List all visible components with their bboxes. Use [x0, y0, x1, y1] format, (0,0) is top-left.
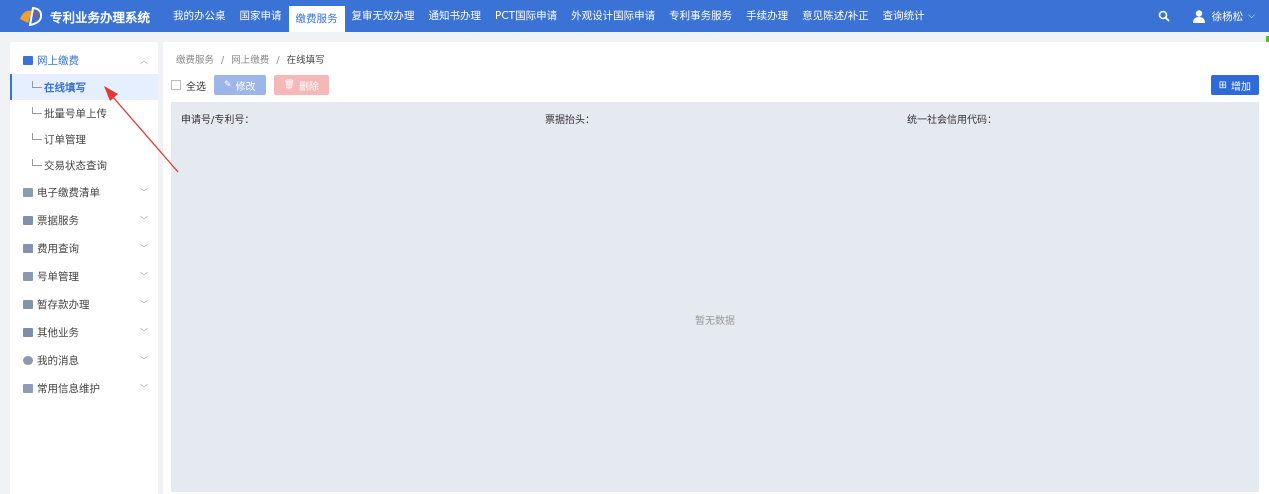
- nav-item[interactable]: 复审无效办理: [345, 0, 422, 32]
- sidebar-subitem[interactable]: 交易状态查询: [10, 152, 158, 178]
- deposit-icon: [23, 299, 33, 309]
- chevron-down-icon: ﹀: [140, 355, 148, 365]
- sidebar-subitem[interactable]: 在线填写: [10, 74, 158, 100]
- edit-icon: ✎: [224, 80, 232, 90]
- sidebar: 网上缴费 ︿ 在线填写批量号单上传 订单管理交易状态查询 电子缴费清单 ﹀ 票据服务 ﹀…: [10, 42, 158, 494]
- sidebar-group[interactable]: 号单管理 ﹀: [10, 262, 158, 290]
- chevron-down-icon: ﹀: [140, 271, 148, 281]
- nav-item[interactable]: 查询统计: [876, 0, 932, 32]
- main-content: 缴费服务 / 网上缴费 / 在线填写 全选 ✎ 修改 🗑 删除 ⊞ 增加 申请号…: [163, 42, 1269, 494]
- tree-branch-icon: [32, 106, 42, 114]
- search-doc-icon: [23, 243, 33, 253]
- chevron-up-icon: ︿: [140, 55, 148, 65]
- user-name[interactable]: 徐杨松: [1212, 9, 1244, 24]
- sidebar-group-label: 票据服务: [37, 214, 79, 227]
- sidebar-group-label: 我的消息: [37, 354, 79, 367]
- sidebar-group-label: 暂存款办理: [37, 298, 90, 311]
- other-icon: [23, 327, 33, 337]
- tree-branch-icon: [32, 132, 42, 140]
- empty-state: 暂无数据: [695, 316, 735, 327]
- sidebar-subitem-label: 交易状态查询: [44, 159, 107, 172]
- chevron-down-icon: ﹀: [140, 327, 148, 337]
- add-button[interactable]: ⊞ 增加: [1210, 75, 1259, 95]
- breadcrumb-item[interactable]: 网上缴费: [231, 55, 269, 66]
- main-nav: 我的办公桌 国家申请 缴费服务 复审无效办理 通知书办理 PCT国际申请 外观设计国际申请专…: [166, 0, 932, 32]
- sidebar-subitem-label: 订单管理: [44, 133, 86, 146]
- user-avatar-icon[interactable]: [1192, 9, 1206, 23]
- breadcrumb-separator: /: [276, 55, 280, 66]
- field-invoice-title: 票据抬头：: [545, 115, 595, 126]
- sidebar-subitem-label: 批量号单上传: [44, 107, 107, 120]
- sidebar-group-label: 电子缴费清单: [37, 186, 100, 199]
- chevron-down-icon: ﹀: [140, 215, 148, 225]
- number-list-icon: [23, 271, 33, 281]
- sidebar-group[interactable]: 票据服务 ﹀: [10, 206, 158, 234]
- receipt-icon: [23, 215, 33, 225]
- field-application-number: 申请号/专利号：: [181, 115, 255, 126]
- nav-item[interactable]: 手续办理: [739, 0, 795, 32]
- edit-label: 修改: [235, 81, 256, 93]
- sidebar-group[interactable]: 我的消息 ﹀: [10, 346, 158, 374]
- nav-item[interactable]: 国家申请: [233, 0, 289, 32]
- chevron-down-icon: ﹀: [140, 383, 148, 393]
- chevron-down-icon: ﹀: [140, 243, 148, 253]
- add-label: 增加: [1231, 81, 1251, 93]
- trash-icon: 🗑: [283, 80, 295, 90]
- select-all-label[interactable]: 全选: [186, 78, 206, 93]
- nav-item[interactable]: 外观设计国际申请: [564, 0, 662, 32]
- tree-branch-icon: [32, 80, 42, 88]
- chevron-down-icon: ﹀: [140, 187, 148, 197]
- message-icon: [23, 355, 33, 365]
- delete-label: 删除: [298, 81, 319, 93]
- breadcrumb-current: 在线填写: [286, 55, 325, 66]
- search-icon[interactable]: [1158, 10, 1170, 22]
- sidebar-group[interactable]: 暂存款办理 ﹀: [10, 290, 158, 318]
- breadcrumb-separator: /: [221, 55, 225, 66]
- nav-item[interactable]: 通知书办理: [422, 0, 489, 32]
- sidebar-subitem-label: 在线填写: [44, 81, 86, 94]
- top-nav-bar: 专利业务办理系统 我的办公桌 国家申请 缴费服务 复审无效办理 通知书办理 PCT国际申请…: [0, 0, 1269, 32]
- app-logo[interactable]: 专利业务办理系统: [0, 0, 160, 32]
- app-title: 专利业务办理系统: [50, 9, 151, 25]
- sidebar-group-label: 号单管理: [37, 270, 79, 283]
- edit-info-icon: [23, 383, 33, 393]
- breadcrumb-item[interactable]: 缴费服务: [176, 55, 214, 66]
- add-icon: ⊞: [1218, 79, 1227, 91]
- logo-icon: [20, 6, 43, 27]
- breadcrumb: 缴费服务 / 网上缴费 / 在线填写: [176, 52, 325, 66]
- chevron-down-icon[interactable]: ⌵: [1248, 11, 1255, 21]
- nav-item[interactable]: 缴费服务: [288, 6, 345, 32]
- sidebar-subitem[interactable]: 批量号单上传: [10, 100, 158, 126]
- nav-item[interactable]: 我的办公桌: [166, 0, 233, 32]
- edit-button[interactable]: ✎ 修改: [214, 75, 266, 95]
- delete-button[interactable]: 🗑 删除: [273, 75, 329, 95]
- toolbar: 全选 ✎ 修改 🗑 删除: [171, 75, 337, 95]
- nav-item[interactable]: 意见陈述/补正: [795, 0, 876, 32]
- nav-item[interactable]: PCT国际申请: [488, 0, 564, 32]
- wallet-icon: [23, 55, 33, 65]
- sidebar-group-label: 常用信息维护: [37, 382, 100, 395]
- chevron-down-icon: ﹀: [140, 299, 148, 309]
- sidebar-group-label: 网上缴费: [37, 54, 79, 67]
- sidebar-group[interactable]: 电子缴费清单 ﹀: [10, 178, 158, 206]
- sidebar-subitem[interactable]: 订单管理: [10, 126, 158, 152]
- select-all-checkbox[interactable]: [171, 80, 181, 90]
- sidebar-group-online-payment[interactable]: 网上缴费 ︿: [10, 46, 158, 74]
- sidebar-group[interactable]: 常用信息维护 ﹀: [10, 374, 158, 402]
- sidebar-group-label: 费用查询: [37, 242, 79, 255]
- nav-item[interactable]: 专利事务服务: [662, 0, 739, 32]
- field-credit-code: 统一社会信用代码：: [907, 115, 997, 126]
- tree-branch-icon: [32, 158, 42, 166]
- list-icon: [23, 187, 33, 197]
- sidebar-group-label: 其他业务: [37, 326, 79, 339]
- sidebar-group[interactable]: 费用查询 ﹀: [10, 234, 158, 262]
- form-panel: 申请号/专利号： 票据抬头： 统一社会信用代码： 暂无数据: [171, 102, 1259, 492]
- sidebar-group[interactable]: 其他业务 ﹀: [10, 318, 158, 346]
